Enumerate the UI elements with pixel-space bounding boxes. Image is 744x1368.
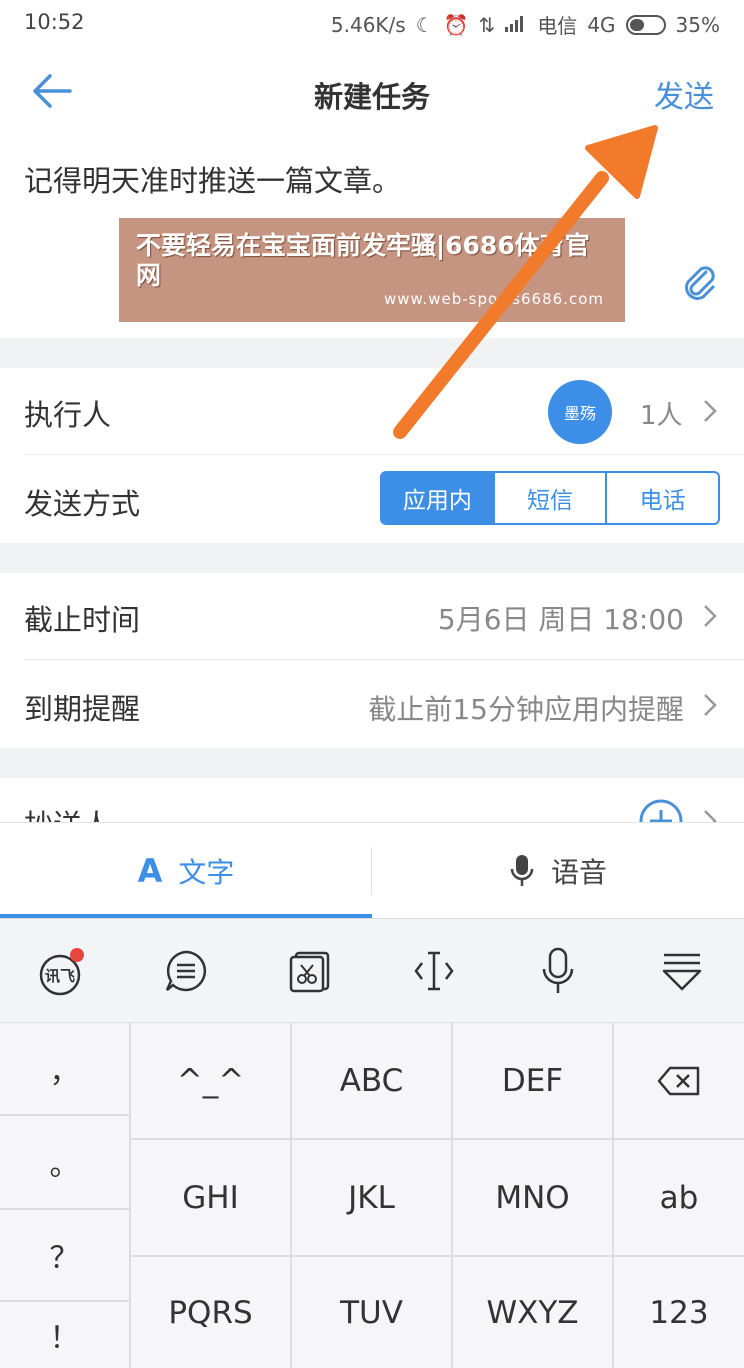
send-method-segmented-control: 应用内 短信 电话 xyxy=(380,471,720,525)
key-pqrs[interactable]: PQRS xyxy=(131,1257,290,1368)
assignee-row[interactable]: 执行人 1人 xyxy=(0,368,744,454)
microphone-icon[interactable] xyxy=(496,919,620,1023)
key-jkl[interactable]: JKL xyxy=(292,1140,451,1255)
chevron-right-icon xyxy=(702,398,718,428)
backspace-key[interactable] xyxy=(614,1023,744,1138)
send-method-option-app[interactable]: 应用内 xyxy=(382,473,493,523)
collapse-keyboard-icon[interactable] xyxy=(620,919,744,1023)
send-method-option-call[interactable]: 电话 xyxy=(605,473,718,523)
tab-voice-label: 语音 xyxy=(550,856,607,889)
moon-icon: ☾ xyxy=(415,12,434,37)
battery-icon xyxy=(625,14,666,35)
keyboard-toolbar: 讯飞 xyxy=(0,918,744,1022)
tab-text-label: 文字 xyxy=(178,856,235,889)
send-method-option-sms[interactable]: 短信 xyxy=(492,473,606,523)
reminder-value: 截止前15分钟应用内提醒 xyxy=(368,693,684,726)
status-indicators: 5.46K/s ☾ ⏰ ⇅ 电信 4G 35% xyxy=(331,10,720,39)
section-gap xyxy=(0,543,744,573)
network-speed: 5.46K/s xyxy=(330,12,406,37)
assignee-count: 1人 xyxy=(640,401,683,431)
key-123[interactable]: 123 xyxy=(614,1257,744,1368)
reminder-row[interactable]: 到期提醒 截止前15分钟应用内提醒 xyxy=(0,660,744,748)
key-ab[interactable]: ab xyxy=(614,1140,744,1255)
chevron-right-icon xyxy=(702,808,718,822)
alarm-icon: ⏰ xyxy=(443,12,469,37)
assignee-label: 执行人 xyxy=(24,398,112,432)
iflytek-logo-text: 讯飞 xyxy=(45,967,75,985)
status-time: 10:52 xyxy=(24,10,85,34)
cc-label: 抄送人 xyxy=(24,802,111,822)
key-ghi[interactable]: GHI xyxy=(131,1140,290,1255)
attachment-clip-icon[interactable] xyxy=(680,262,720,302)
input-mode-tabs: A 文字 语音 xyxy=(0,822,744,919)
key-def[interactable]: DEF xyxy=(453,1023,612,1138)
send-method-label: 发送方式 xyxy=(24,487,141,521)
watermark-url: www.web-sports6686.com xyxy=(384,290,604,308)
tab-voice-input[interactable]: 语音 xyxy=(372,823,744,919)
carrier-name: 电信 xyxy=(537,14,578,38)
battery-level: 35% xyxy=(675,12,720,37)
cc-row[interactable]: 抄送人 xyxy=(0,778,744,822)
watermark-text: 不要轻易在宝宝面前发牢骚|6686体育官网 xyxy=(136,231,590,290)
key-period[interactable]: 。 xyxy=(0,1116,129,1208)
key-comma[interactable]: ， xyxy=(0,1023,129,1114)
chat-bubble-icon[interactable] xyxy=(124,919,248,1023)
key-exclamation[interactable]: ！ xyxy=(0,1302,129,1368)
notification-badge xyxy=(70,948,84,962)
section-gap xyxy=(0,338,744,368)
key-wxyz[interactable]: WXYZ xyxy=(453,1257,612,1368)
signal-icon xyxy=(505,13,527,37)
key-question[interactable]: ？ xyxy=(0,1210,129,1300)
reminder-label: 到期提醒 xyxy=(24,692,141,726)
tab-text-input[interactable]: A 文字 xyxy=(0,823,372,919)
page-title: 新建任务 xyxy=(313,80,430,114)
deadline-value: 5月6日 周日 18:00 xyxy=(437,603,684,636)
send-button[interactable]: 发送 xyxy=(654,72,714,116)
status-bar: 10:52 5.46K/s ☾ ⏰ ⇅ 电信 4G 35% xyxy=(0,0,744,48)
avatar[interactable]: 墨殇 xyxy=(548,380,612,444)
data-transfer-icon: ⇅ xyxy=(478,12,496,37)
network-type: 4G xyxy=(587,12,616,37)
backspace-icon xyxy=(657,1066,700,1095)
deadline-label: 截止时间 xyxy=(24,603,141,637)
key-emoticon[interactable]: ^_^ xyxy=(131,1023,290,1138)
nav-bar: 新建任务 发送 xyxy=(0,48,744,136)
key-abc[interactable]: ABC xyxy=(292,1023,451,1138)
letter-a-icon: A xyxy=(137,852,163,890)
chevron-right-icon xyxy=(702,692,718,722)
key-tuv[interactable]: TUV xyxy=(292,1257,451,1368)
microphone-icon xyxy=(509,854,535,888)
deadline-row[interactable]: 截止时间 5月6日 周日 18:00 xyxy=(0,573,744,659)
iflytek-logo-icon[interactable]: 讯飞 xyxy=(0,919,124,1023)
add-circle-icon[interactable] xyxy=(638,798,684,822)
clipboard-icon[interactable] xyxy=(248,919,372,1023)
chevron-right-icon xyxy=(702,603,718,633)
cursor-move-icon[interactable] xyxy=(372,919,496,1023)
t9-keyboard: ， 。 ？ ！ ^_^ ABC DEF GHI JKL MNO ab PQRS … xyxy=(0,1022,744,1368)
key-mno[interactable]: MNO xyxy=(453,1140,612,1255)
task-content-input[interactable]: 记得明天准时推送一篇文章。 xyxy=(24,158,401,200)
section-gap xyxy=(0,748,744,778)
